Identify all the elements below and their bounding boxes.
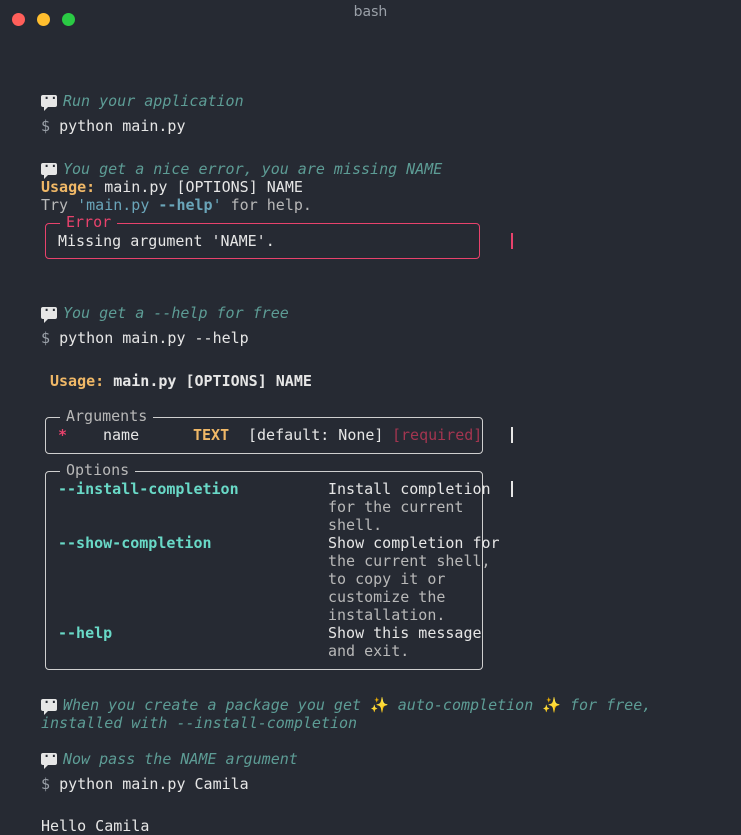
prompt-symbol: $ [41,329,51,347]
prompt-symbol: $ [41,775,51,793]
arguments-panel-title: Arguments [60,407,154,425]
usage-line: Usage: main.py [OPTIONS] NAME [41,178,303,196]
required-star: * [58,426,68,444]
argument-name: name [103,426,140,444]
cursor-marker [511,427,513,443]
argument-default: [default: None] [248,426,384,444]
option-help: --help [58,624,113,642]
try-help-line: Try 'main.py --help' for help. [41,196,312,214]
arguments-panel: Arguments * name TEXT [default: None] [r… [45,407,483,454]
option-description: and exit. [328,642,410,660]
sparkles-icon: ✨ [370,696,389,714]
usage-line: Usage: main.py [OPTIONS] NAME [50,372,312,390]
comment-line: installed with --install-completion [41,714,358,732]
error-message: Missing argument 'NAME'. [58,232,275,250]
speech-bubble-icon [41,157,65,179]
speech-bubble-icon [41,301,65,323]
option-description: to copy it or [328,570,446,588]
argument-required: [required] [392,426,483,444]
speech-bubble-icon [41,747,65,769]
title-bar: bash [0,0,741,40]
prompt-symbol: $ [41,117,51,135]
error-panel-title: Error [60,213,118,231]
option-description: Install completion [328,480,491,498]
error-panel: Error Missing argument 'NAME'. [45,213,480,259]
command-text: python main.py --help [59,329,249,347]
command-text: python main.py [59,117,186,135]
terminal-window: bash Run your application $ python main.… [0,0,741,835]
cursor-marker [511,233,513,249]
option-description: for the current [328,498,464,516]
window-title: bash [353,4,388,20]
option-description: the current shell, [328,552,491,570]
sparkles-icon: ✨ [542,696,561,714]
option-install-completion: --install-completion [58,480,239,498]
command-line: $ python main.py [41,117,186,135]
options-panel: Options --install-completion Install com… [45,461,500,670]
output-line: Hello Camila [41,817,150,835]
comment-line: You get a nice error, you are missing NA… [41,157,442,179]
options-panel-title: Options [60,461,136,479]
speech-bubble-icon [41,693,65,715]
comment-line: Now pass the NAME argument [41,747,298,769]
speech-bubble-icon [41,89,65,111]
comment-line: You get a --help for free [41,301,289,323]
option-show-completion: --show-completion [58,534,212,552]
option-description: Show this message [328,624,482,642]
cursor-marker [511,481,513,497]
comment-line: Run your application [41,89,244,111]
comment-line: When you create a package you get ✨ auto… [41,693,651,715]
option-description: installation. [328,606,446,624]
command-line: $ python main.py --help [41,329,249,347]
command-text: python main.py Camila [59,775,249,793]
option-description: Show completion for [328,534,500,552]
argument-type: TEXT [193,426,230,444]
option-description: customize the [328,588,446,606]
command-line: $ python main.py Camila [41,775,249,793]
option-description: shell. [328,516,383,534]
